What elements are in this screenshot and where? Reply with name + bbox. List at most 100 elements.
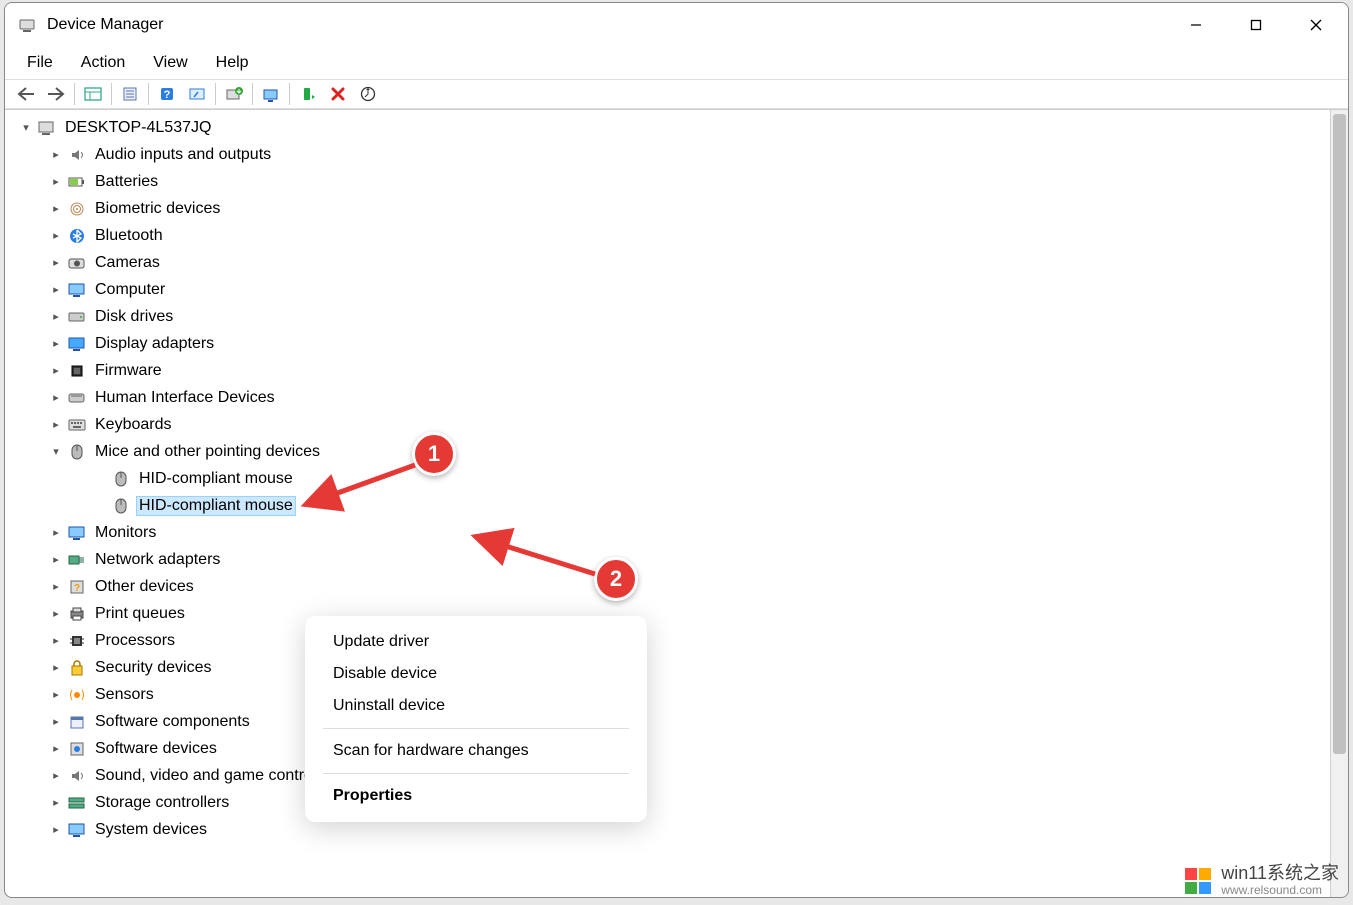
uninstall-device-button[interactable]	[323, 81, 353, 107]
menu-help[interactable]: Help	[202, 52, 263, 74]
tree-node-expanded[interactable]: ▾ Mice and other pointing devices	[5, 438, 1330, 465]
chevron-right-icon[interactable]: ▸	[49, 526, 63, 540]
tree-node[interactable]: ▸ Audio inputs and outputs	[5, 141, 1330, 168]
chevron-right-icon[interactable]: ▸	[49, 310, 63, 324]
chevron-right-icon[interactable]: ▸	[49, 229, 63, 243]
context-uninstall-device[interactable]: Uninstall device	[305, 690, 647, 722]
menu-action[interactable]: Action	[67, 52, 139, 74]
menubar: File Action View Help	[5, 47, 1348, 79]
chevron-right-icon[interactable]: ▸	[49, 580, 63, 594]
tree-node-label: Software devices	[95, 740, 217, 758]
chevron-down-icon[interactable]: ▾	[49, 445, 63, 459]
context-disable-device[interactable]: Disable device	[305, 658, 647, 690]
tree-node[interactable]: ▸Security devices	[5, 654, 1330, 681]
scrollbar-thumb[interactable]	[1333, 114, 1346, 754]
maximize-button[interactable]	[1226, 3, 1286, 47]
chevron-right-icon[interactable]: ▸	[49, 391, 63, 405]
chevron-right-icon[interactable]: ▸	[49, 742, 63, 756]
chevron-right-icon[interactable]: ▸	[49, 823, 63, 837]
watermark: win11系统之家 www.relsound.com	[1185, 864, 1339, 897]
tree-node[interactable]: ▸?Other devices	[5, 573, 1330, 600]
tree-node-label: Storage controllers	[95, 794, 229, 812]
tree-child-label: HID-compliant mouse	[136, 496, 296, 516]
tree-node[interactable]: ▸Batteries	[5, 168, 1330, 195]
tree-node-label: Mice and other pointing devices	[95, 443, 320, 461]
tree-node[interactable]: ▸Firmware	[5, 357, 1330, 384]
tree-node-label: Other devices	[95, 578, 194, 596]
tree-node[interactable]: ▸Cameras	[5, 249, 1330, 276]
toolbar-separator	[252, 83, 253, 105]
scan-hardware-button[interactable]	[353, 81, 383, 107]
sound-icon	[67, 766, 87, 786]
security-icon	[67, 658, 87, 678]
tree-node[interactable]: ▸ Software devices	[5, 735, 1330, 762]
tree-child[interactable]: HID-compliant mouse	[5, 465, 1330, 492]
chevron-right-icon[interactable]: ▸	[49, 283, 63, 297]
storage-icon	[67, 793, 87, 813]
close-button[interactable]	[1286, 3, 1346, 47]
tree-node[interactable]: ▸ Bluetooth	[5, 222, 1330, 249]
tree-node-label: Bluetooth	[95, 227, 163, 245]
chevron-right-icon[interactable]: ▸	[49, 715, 63, 729]
tree-node[interactable]: ▸Software components	[5, 708, 1330, 735]
tree-node[interactable]: ▸Disk drives	[5, 303, 1330, 330]
tree-node[interactable]: ▸Computer	[5, 276, 1330, 303]
bluetooth-icon	[67, 226, 87, 246]
vertical-scrollbar[interactable]	[1330, 110, 1348, 897]
chevron-right-icon[interactable]: ▸	[49, 337, 63, 351]
disable-device-button[interactable]	[256, 81, 286, 107]
tree-node[interactable]: ▸ Storage controllers	[5, 789, 1330, 816]
chevron-right-icon[interactable]: ▸	[49, 256, 63, 270]
chevron-right-icon[interactable]: ▸	[49, 553, 63, 567]
chevron-down-icon[interactable]: ▾	[19, 121, 33, 135]
context-scan-hardware[interactable]: Scan for hardware changes	[305, 735, 647, 767]
scan-button[interactable]	[182, 81, 212, 107]
enable-device-button[interactable]	[293, 81, 323, 107]
properties-button[interactable]	[115, 81, 145, 107]
chevron-right-icon[interactable]: ▸	[49, 688, 63, 702]
forward-button[interactable]	[41, 81, 71, 107]
chevron-right-icon[interactable]: ▸	[49, 148, 63, 162]
watermark-logo	[1185, 868, 1211, 894]
tree-node[interactable]: ▸Network adapters	[5, 546, 1330, 573]
tree-node-label: Print queues	[95, 605, 185, 623]
tree-root[interactable]: ▾ DESKTOP-4L537JQ	[5, 114, 1330, 141]
context-properties[interactable]: Properties	[305, 780, 647, 812]
tree-child-selected[interactable]: HID-compliant mouse	[5, 492, 1330, 519]
chevron-right-icon[interactable]: ▸	[49, 418, 63, 432]
monitor-icon	[67, 523, 87, 543]
chevron-right-icon[interactable]: ▸	[49, 796, 63, 810]
tree-node[interactable]: ▸ Display adapters	[5, 330, 1330, 357]
chevron-right-icon[interactable]: ▸	[49, 175, 63, 189]
menu-file[interactable]: File	[13, 52, 67, 74]
tree-node[interactable]: ▸Processors	[5, 627, 1330, 654]
chevron-right-icon[interactable]: ▸	[49, 661, 63, 675]
toolbar-separator	[111, 83, 112, 105]
cpu-icon	[67, 631, 87, 651]
chevron-right-icon[interactable]: ▸	[49, 769, 63, 783]
tree-node[interactable]: ▸Sound, video and game controllers	[5, 762, 1330, 789]
tree-node-label: Display adapters	[95, 335, 214, 353]
chevron-right-icon[interactable]: ▸	[49, 202, 63, 216]
chevron-right-icon[interactable]: ▸	[49, 607, 63, 621]
back-button[interactable]	[11, 81, 41, 107]
device-tree[interactable]: ▾ DESKTOP-4L537JQ ▸ Audio inputs and outp…	[5, 110, 1330, 897]
app-icon	[17, 15, 37, 35]
help-button[interactable]: ?	[152, 81, 182, 107]
mouse-icon	[111, 469, 131, 489]
tree-node-label: Audio inputs and outputs	[95, 146, 271, 164]
tree-node[interactable]: ▸Biometric devices	[5, 195, 1330, 222]
tree-node[interactable]: ▸Keyboards	[5, 411, 1330, 438]
show-hide-console-button[interactable]	[78, 81, 108, 107]
update-driver-button[interactable]	[219, 81, 249, 107]
tree-node[interactable]: ▸Human Interface Devices	[5, 384, 1330, 411]
tree-node[interactable]: ▸Monitors	[5, 519, 1330, 546]
context-update-driver[interactable]: Update driver	[305, 626, 647, 658]
chevron-right-icon[interactable]: ▸	[49, 364, 63, 378]
tree-node[interactable]: ▸Sensors	[5, 681, 1330, 708]
minimize-button[interactable]	[1166, 3, 1226, 47]
tree-node[interactable]: ▸System devices	[5, 816, 1330, 843]
menu-view[interactable]: View	[139, 52, 201, 74]
chevron-right-icon[interactable]: ▸	[49, 634, 63, 648]
tree-node[interactable]: ▸ Print queues	[5, 600, 1330, 627]
